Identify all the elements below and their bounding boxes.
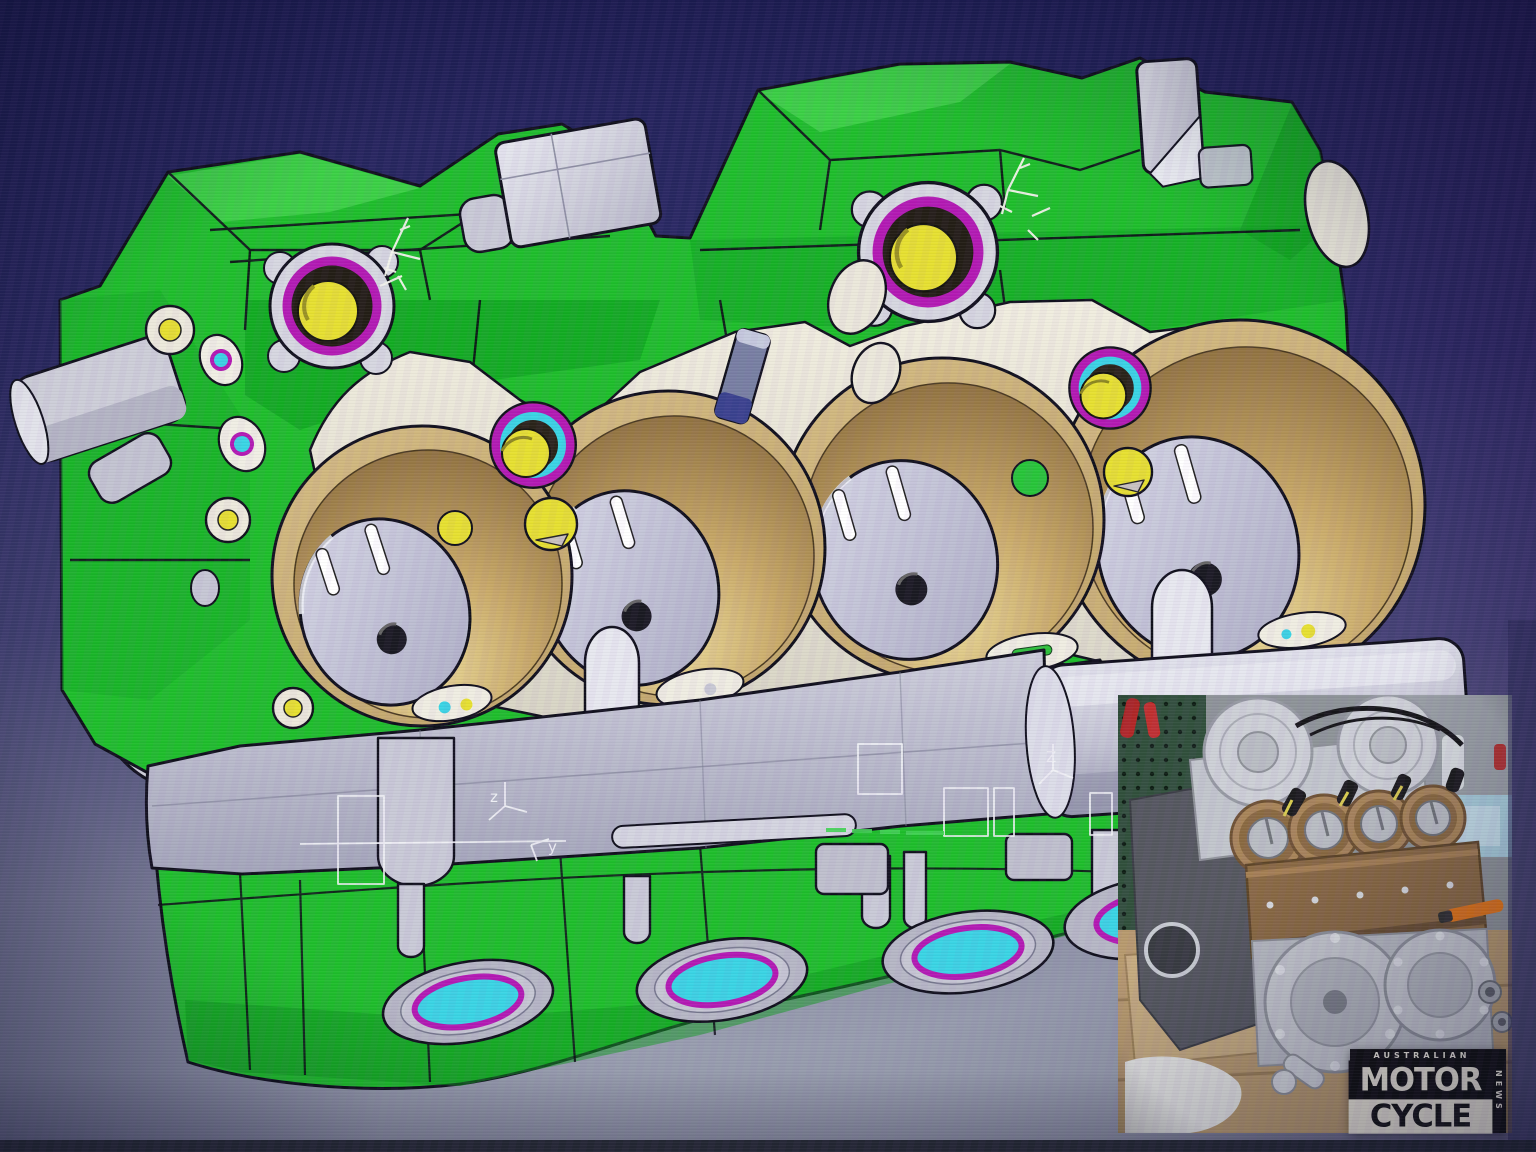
stud-arch xyxy=(1152,570,1212,664)
dowel-green xyxy=(1012,460,1048,496)
masthead-top-label: AUSTRALIAN xyxy=(1374,1051,1471,1060)
masthead-main-column: AUSTRALIAN MOTOR CYCLE xyxy=(1350,1049,1491,1133)
valve-seat-feature xyxy=(1069,347,1151,429)
cad-screen-canvas: Z z y xyxy=(0,0,1536,1152)
dowel-yellow xyxy=(438,511,472,545)
masthead-word-cycle: CYCLE xyxy=(1349,1099,1493,1133)
monitor-bezel-bottom xyxy=(0,1140,1536,1152)
axis-label-z-upper: Z xyxy=(1046,748,1056,766)
masthead-news-label: NEWS xyxy=(1494,1070,1503,1113)
valve-seat-feature xyxy=(490,402,576,488)
camshaft-bore-left xyxy=(264,244,398,374)
axis-label-z-lower: z xyxy=(490,788,498,806)
masthead-logo: AUSTRALIAN MOTOR CYCLE NEWS xyxy=(1350,1049,1506,1133)
axis-label-y: y xyxy=(548,838,557,856)
photographed-cad-screen: Z z y xyxy=(0,0,1536,1152)
masthead-news-strip: NEWS xyxy=(1491,1049,1506,1133)
masthead-word-motor: MOTOR xyxy=(1349,1060,1493,1101)
screen-right-edge-shadow xyxy=(1508,620,1536,1140)
